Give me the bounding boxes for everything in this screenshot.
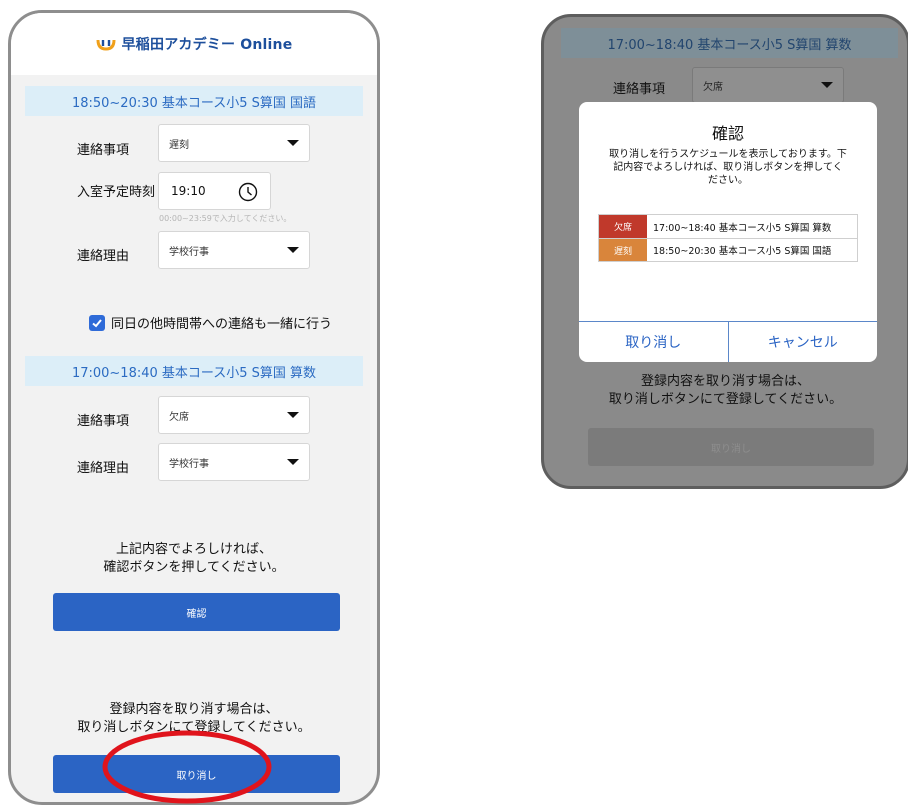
cancel-instruction-dimmed-line1: 登録内容を取り消す場合は、 (640, 374, 810, 389)
reason-select-sansu[interactable]: 学校行事 (158, 443, 310, 481)
schedule-text: 18:50~20:30 基本コース小5 S算国 国語 (653, 246, 832, 257)
cancel-instruction-dimmed-line2: 取り消しボタンにて登録してください。 (608, 392, 843, 407)
schedule-banner-dimmed: 17:00~18:40 基本コース小5 S算国 算数 (561, 28, 898, 58)
reason-label: 連絡理由 (77, 249, 130, 264)
schedule-banner-kokugo: 18:50~20:30 基本コース小5 S算国 国語 (25, 86, 363, 116)
contact-type-select-sansu[interactable]: 欠席 (158, 396, 310, 434)
chevron-down-icon (287, 459, 299, 465)
arrival-time-input[interactable]: 19:10 (158, 172, 271, 210)
brand-logo-icon (96, 39, 116, 51)
brand-logo-text: 早稲田アカデミー Online (121, 37, 293, 53)
contact-type-value-dimmed: 欠席 (703, 81, 723, 93)
reason-value: 学校行事 (169, 458, 209, 470)
confirm-instruction-line1: 上記内容でよろしければ、 (115, 542, 272, 557)
reason-select-kokugo[interactable]: 学校行事 (158, 231, 310, 269)
clock-icon[interactable] (238, 182, 258, 202)
dialog-cancel-registration-button[interactable]: 取り消し (579, 322, 728, 362)
same-day-checkbox-row[interactable]: 同日の他時間帯への連絡も一緒に行う (89, 313, 332, 332)
reason-label: 連絡理由 (77, 461, 130, 476)
contact-type-label-dimmed: 連絡事項 (613, 82, 666, 97)
confirm-instruction-line2: 確認ボタンを押してください。 (103, 560, 285, 575)
confirm-button[interactable]: 確認 (53, 593, 340, 631)
contact-type-label: 連絡事項 (77, 414, 130, 429)
cancel-instruction-line1: 登録内容を取り消す場合は、 (109, 702, 279, 717)
contact-type-value: 遅刻 (169, 139, 189, 151)
reason-value: 学校行事 (169, 246, 209, 258)
contact-type-value: 欠席 (169, 411, 189, 423)
chevron-down-icon (821, 82, 833, 88)
schedule-text: 17:00~18:40 基本コース小5 S算国 算数 (653, 222, 832, 234)
chevron-down-icon (287, 140, 299, 146)
highlight-circle-annotation (102, 730, 272, 804)
same-day-checkbox-label: 同日の他時間帯への連絡も一緒に行う (111, 317, 333, 332)
time-hint-text: 00:00~23:59で入力してください。 (159, 214, 292, 223)
dialog-actions: 取り消し キャンセル (579, 321, 877, 362)
cancel-instruction-dimmed: 登録内容を取り消す場合は、 取り消しボタンにて登録してください。 (544, 373, 907, 409)
phone-screen-form: 早稲田アカデミー Online 18:50~20:30 基本コース小5 S算国 … (8, 10, 380, 805)
contact-type-label: 連絡事項 (77, 143, 130, 158)
checkbox-checked-icon[interactable] (89, 314, 105, 331)
confirm-dialog: 確認 取り消しを行うスケジュールを表示しております。下記内容でよろしければ、取り… (579, 102, 877, 362)
contact-type-select-dimmed: 欠席 (692, 67, 844, 103)
cancel-button-dimmed: 取り消し (588, 428, 874, 466)
status-badge: 遅刻 (599, 239, 647, 261)
status-badge: 欠席 (599, 215, 647, 238)
contact-type-select-kokugo[interactable]: 遅刻 (158, 124, 310, 162)
table-row: 欠席 17:00~18:40 基本コース小5 S算国 算数 (599, 215, 857, 238)
chevron-down-icon (287, 412, 299, 418)
dialog-dismiss-button[interactable]: キャンセル (727, 322, 878, 362)
arrival-time-label: 入室予定時刻 (77, 185, 156, 200)
app-header: 早稲田アカデミー Online (11, 13, 377, 75)
chevron-down-icon (287, 247, 299, 253)
cancel-schedule-table: 欠席 17:00~18:40 基本コース小5 S算国 算数 遅刻 18:50~2… (598, 214, 858, 262)
confirm-instruction: 上記内容でよろしければ、 確認ボタンを押してください。 (11, 541, 377, 577)
dialog-title: 確認 (711, 124, 744, 143)
schedule-banner-sansu: 17:00~18:40 基本コース小5 S算国 算数 (25, 356, 363, 386)
dialog-message: 取り消しを行うスケジュールを表示しております。下記内容でよろしければ、取り消しボ… (609, 149, 847, 186)
table-row: 遅刻 18:50~20:30 基本コース小5 S算国 国語 (599, 238, 857, 261)
arrival-time-value: 19:10 (171, 184, 206, 198)
